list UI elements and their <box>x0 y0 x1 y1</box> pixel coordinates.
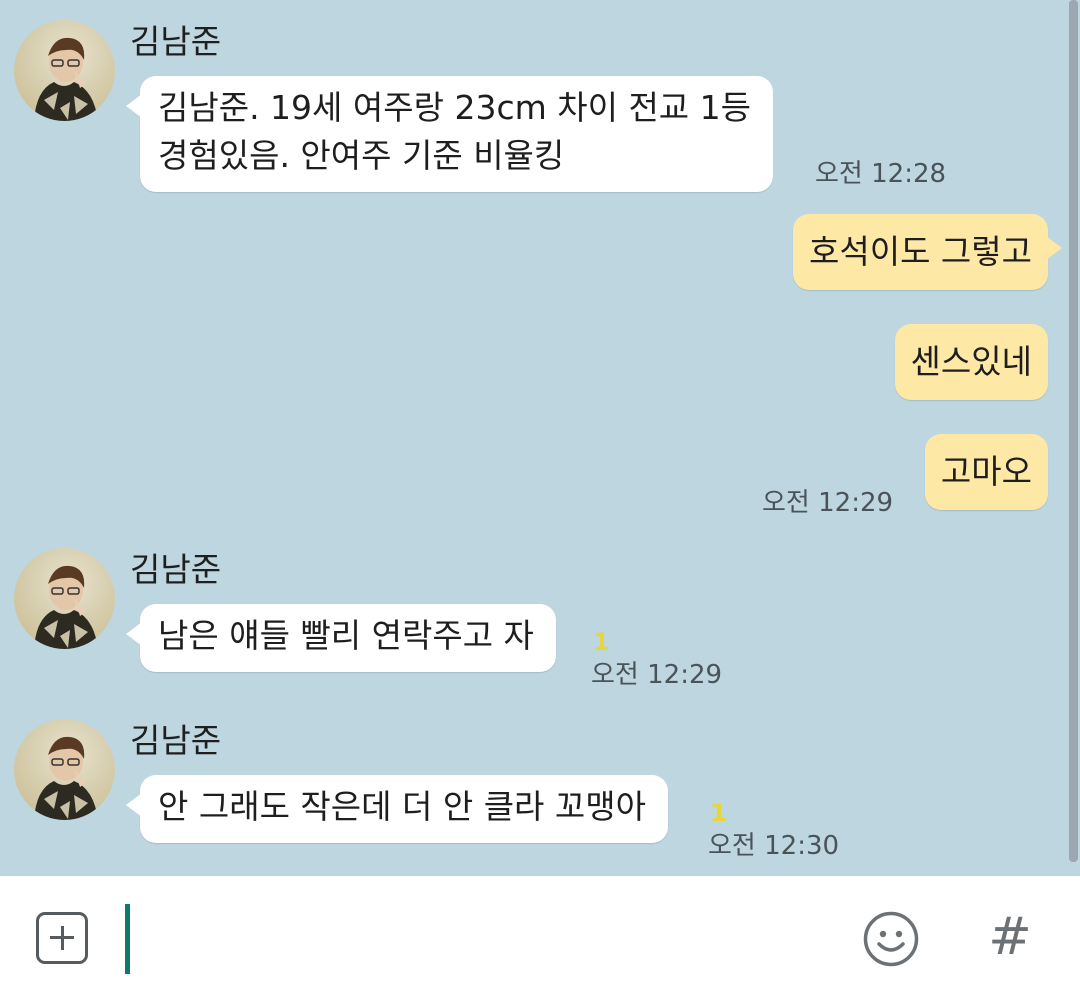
avatar[interactable] <box>14 548 115 649</box>
message-input[interactable] <box>120 900 824 980</box>
message-time: 오전 12:28 <box>815 159 947 189</box>
avatar[interactable] <box>14 719 115 820</box>
message-text: 안 그래도 작은데 더 안 클라 꼬맹아 <box>158 787 646 826</box>
my-message-bubble[interactable]: 호석이도 그렇고 <box>792 214 1063 290</box>
avatar[interactable] <box>14 20 115 121</box>
plus-square-icon[interactable] <box>36 912 88 964</box>
message-text: 남은 얘들 빨리 연락주고 자 <box>158 616 534 655</box>
message-time: 오전 12:29 <box>591 660 723 690</box>
message-time: 오전 12:30 <box>708 831 840 861</box>
message-input-bar: # <box>0 876 1080 1002</box>
sender-name: 김남준 <box>130 550 222 589</box>
message-line: 경험있음. 안여주 기준 비율킹 <box>158 136 565 175</box>
message-bubble[interactable]: 김남준. 19세 여주랑 23cm 차이 전교 1등 경험있음. 안여주 기준 … <box>125 76 774 192</box>
message-text: 호석이도 그렇고 <box>808 232 1032 271</box>
scrollbar[interactable] <box>1069 0 1078 862</box>
message-line: 김남준. 19세 여주랑 23cm 차이 전교 1등 <box>158 88 752 127</box>
unread-count: 1 <box>710 799 727 827</box>
hash-icon[interactable]: # <box>984 906 1036 968</box>
my-message-bubble[interactable]: 고마오 <box>924 434 1048 510</box>
message-bubble[interactable]: 남은 얘들 빨리 연락주고 자 <box>126 604 556 672</box>
message-text: 센스있네 <box>910 342 1032 381</box>
chat-area[interactable]: 김남준 김남준. 19세 여주랑 23cm 차이 전교 1등 경험있음. 안여주… <box>0 0 1080 876</box>
unread-count: 1 <box>593 628 610 656</box>
smiley-icon[interactable] <box>862 910 920 968</box>
sender-name: 김남준 <box>130 22 222 61</box>
message-bubble[interactable]: 안 그래도 작은데 더 안 클라 꼬맹아 <box>126 775 668 843</box>
message-text: 고마오 <box>940 452 1032 491</box>
message-time: 오전 12:29 <box>762 488 894 518</box>
my-message-bubble[interactable]: 센스있네 <box>894 324 1048 400</box>
sender-name: 김남준 <box>130 721 222 760</box>
